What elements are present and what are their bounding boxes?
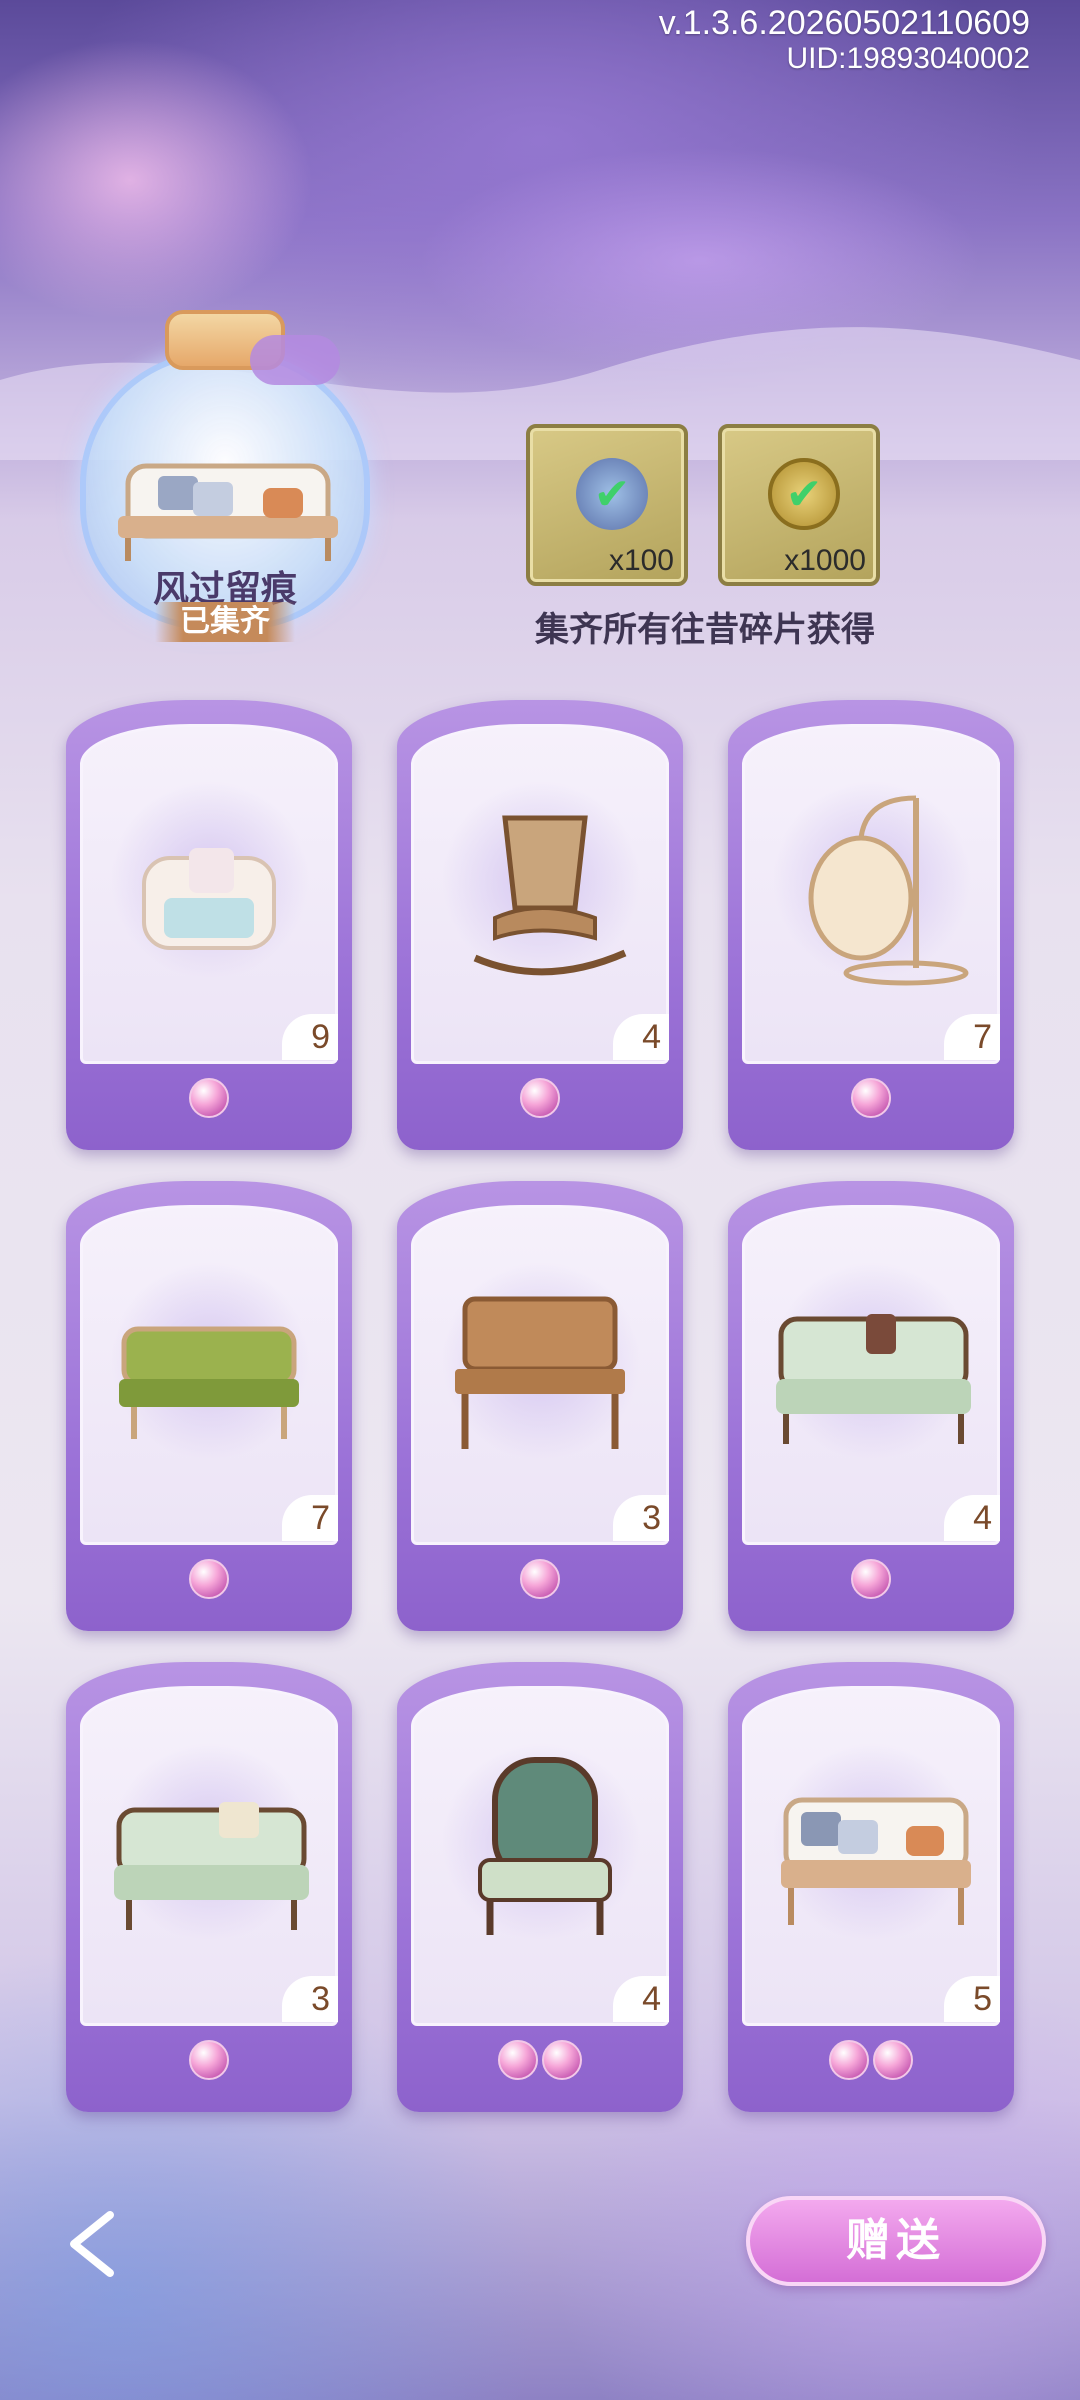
pearl-rarity [397,1078,683,1124]
furniture-card-green-armchair[interactable]: 4 [397,1662,683,2112]
pearl-icon [542,2040,582,2080]
furniture-card-white-armchair[interactable]: 9 [66,700,352,1150]
version-text: v.1.3.6.20260502110609 [658,4,1030,42]
clover-coin-icon: ✔ [768,458,840,530]
set-status-badge: 已集齐 [155,602,295,642]
hanging-egg-chair-icon [808,795,969,986]
green-armchair-icon [478,1757,612,1935]
chevron-left-icon [70,2211,114,2277]
white-armchair-icon [142,848,276,950]
pearl-icon [189,1078,229,1118]
pearl-icon [873,2040,913,2080]
pearl-icon [520,1078,560,1118]
furniture-card-mint-settee[interactable]: 3 [66,1662,352,2112]
pearl-rarity [66,2040,352,2086]
pearl-icon [851,1078,891,1118]
pearl-rarity [66,1078,352,1124]
pearl-rarity [397,1559,683,1605]
furniture-card-white-loveseat[interactable]: 5 [728,1662,1014,2112]
reward-item[interactable]: ✔ x1000 [718,424,880,586]
furniture-card-wooden-park-bench[interactable]: 3 [397,1181,683,1631]
version-info: v.1.3.6.20260502110609 UID:19893040002 [659,4,1030,76]
reward-item[interactable]: ✔ x100 [526,424,688,586]
pearl-rarity [728,2040,1014,2086]
reward-count: x1000 [784,544,866,577]
furniture-card-mint-carved-sofa[interactable]: 4 [728,1181,1014,1631]
pearl-rarity [728,1078,1014,1124]
mint-carved-sofa-icon [776,1314,971,1444]
rewards-caption: 集齐所有往昔碎片获得 [535,610,875,650]
mint-settee-icon [114,1802,309,1930]
set-badge: 风过留痕 已集齐 [70,290,380,642]
uid-text: UID:19893040002 [786,42,1030,75]
reward-count: x100 [608,544,674,577]
back-button[interactable] [54,2204,134,2284]
furniture-card-hanging-egg-chair[interactable]: 7 [728,700,1014,1150]
pearl-rarity [397,2040,683,2086]
pearl-icon [851,1559,891,1599]
green-floral-bench-icon [119,1326,299,1439]
pearl-icon [498,2040,538,2080]
pearl-icon [189,1559,229,1599]
pearl-rarity [728,1559,1014,1605]
furniture-card-rattan-rocking-chair[interactable]: 4 [397,700,683,1150]
ribbon-icon [250,335,340,385]
pearl-icon [829,2040,869,2080]
white-loveseat-icon [781,1797,971,1925]
stamina-crystal-icon: ✔ [576,458,648,530]
pearl-icon [189,2040,229,2080]
pearl-rarity [66,1559,352,1605]
furniture-card-green-floral-bench[interactable]: 7 [66,1181,352,1631]
rattan-rocking-chair-icon [473,815,627,976]
gift-button[interactable]: 赠送 [746,2196,1046,2286]
wooden-park-bench-icon [455,1296,625,1449]
pearl-icon [520,1559,560,1599]
